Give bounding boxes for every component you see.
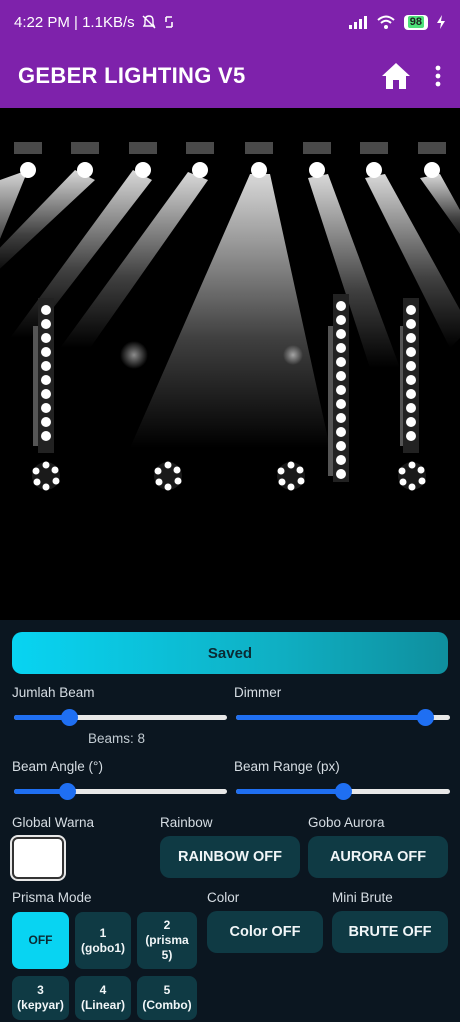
battery-icon: 98 bbox=[403, 14, 428, 30]
charging-icon bbox=[437, 15, 445, 29]
app-title: GEBER LIGHTING V5 bbox=[18, 63, 246, 88]
battery-level: 98 bbox=[407, 16, 424, 28]
signal-icon bbox=[348, 16, 367, 29]
slider-thumb[interactable] bbox=[334, 783, 352, 800]
app-bar: GEBER LIGHTING V5 bbox=[0, 44, 460, 108]
mini-brute-label: Mini Brute bbox=[332, 890, 393, 905]
global-warna-label: Global Warna bbox=[12, 815, 95, 830]
prisma-mode-2[interactable]: 2 (prisma 5) bbox=[137, 912, 197, 969]
dimmer-label: Dimmer bbox=[234, 685, 282, 700]
mute-bell-icon bbox=[142, 15, 156, 29]
jumlah-beam-label: Jumlah Beam bbox=[12, 685, 95, 700]
prisma-mode-4[interactable]: 4 (Linear) bbox=[75, 976, 131, 1020]
slider-thumb[interactable] bbox=[417, 709, 435, 726]
prisma-mode-off[interactable]: OFF bbox=[12, 912, 69, 969]
prisma-mode-5[interactable]: 5 (Combo) bbox=[137, 976, 197, 1020]
global-color-picker[interactable] bbox=[12, 837, 64, 879]
prisma-mode-3[interactable]: 3 (kepyar) bbox=[12, 976, 69, 1020]
saved-button[interactable]: Saved bbox=[12, 632, 448, 674]
home-icon[interactable] bbox=[380, 61, 412, 91]
prisma-mode-1[interactable]: 1 (gobo1) bbox=[75, 912, 131, 969]
rainbow-label: Rainbow bbox=[160, 815, 213, 830]
sync-icon bbox=[164, 16, 173, 28]
more-options-icon[interactable] bbox=[434, 65, 442, 87]
dimmer-slider[interactable] bbox=[236, 707, 450, 727]
color-toggle-button[interactable]: Color OFF bbox=[207, 911, 323, 953]
wifi-icon bbox=[377, 15, 395, 29]
beam-angle-slider[interactable] bbox=[14, 781, 227, 801]
aurora-toggle-button[interactable]: AURORA OFF bbox=[308, 836, 448, 878]
beam-range-label: Beam Range (px) bbox=[234, 759, 340, 774]
slider-thumb[interactable] bbox=[59, 783, 77, 800]
status-bar: 4:22 PM | 1.1KB/s 98 bbox=[0, 0, 460, 44]
stage-lights-visual bbox=[0, 142, 460, 491]
jumlah-beam-slider[interactable] bbox=[14, 707, 227, 727]
control-panel: Saved Jumlah Beam Beams: 8 Dimmer Beam A… bbox=[0, 620, 460, 1022]
prisma-mode-label: Prisma Mode bbox=[12, 890, 92, 905]
beam-angle-label: Beam Angle (°) bbox=[12, 759, 103, 774]
brute-toggle-button[interactable]: BRUTE OFF bbox=[332, 911, 448, 953]
beam-range-slider[interactable] bbox=[236, 781, 450, 801]
beams-count-text: Beams: 8 bbox=[88, 731, 146, 746]
status-time: 4:22 PM | 1.1KB/s bbox=[14, 13, 135, 31]
rainbow-toggle-button[interactable]: RAINBOW OFF bbox=[160, 836, 300, 878]
color-label: Color bbox=[207, 890, 240, 905]
slider-thumb[interactable] bbox=[61, 709, 79, 726]
stage-preview bbox=[0, 108, 460, 620]
gobo-aurora-label: Gobo Aurora bbox=[308, 815, 385, 830]
